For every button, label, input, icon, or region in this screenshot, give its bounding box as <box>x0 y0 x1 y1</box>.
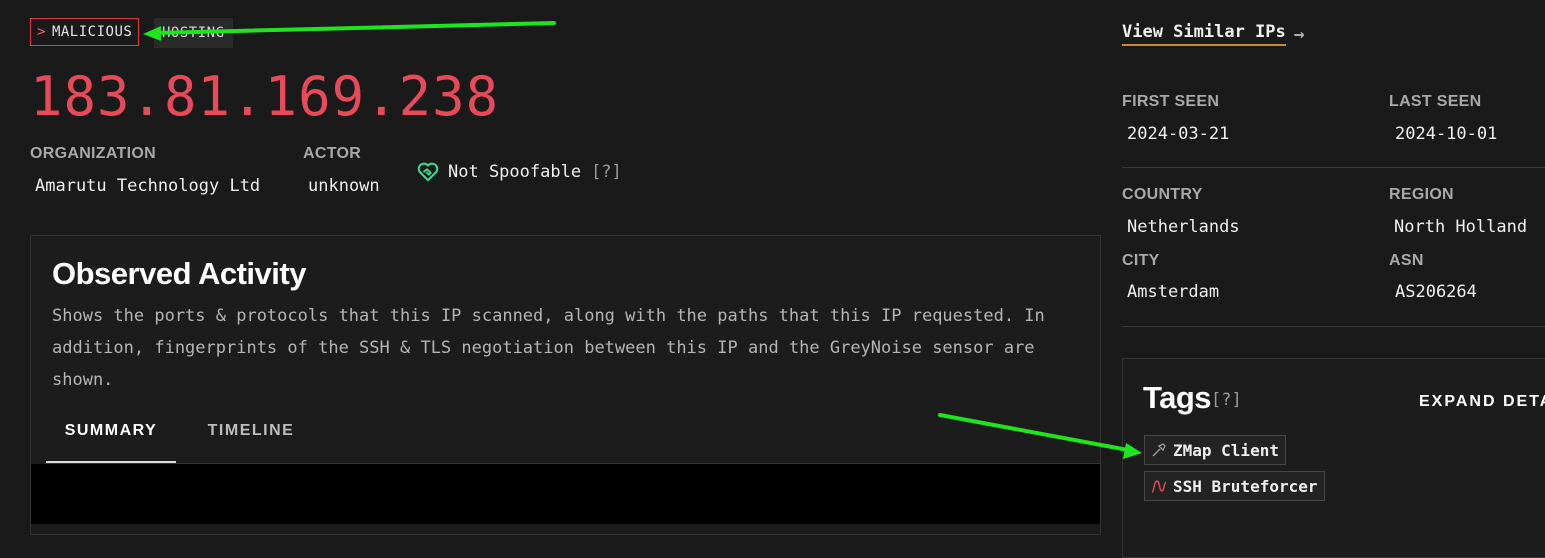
last-seen-label: LAST SEEN <box>1389 93 1482 110</box>
handshake-heart-icon <box>417 162 439 182</box>
tool-icon <box>1152 443 1166 457</box>
actor-value: unknown <box>308 176 380 196</box>
last-seen-value: 2024-10-01 <box>1395 124 1498 144</box>
tag-label: SSH Bruteforcer <box>1173 476 1318 496</box>
tab-summary[interactable]: SUMMARY <box>46 422 176 463</box>
city-value: Amsterdam <box>1127 282 1220 302</box>
first-seen-label: FIRST SEEN <box>1122 93 1220 110</box>
view-similar-ips-link[interactable]: View Similar IPs → <box>1122 22 1305 46</box>
summary-content-area <box>31 464 1100 524</box>
view-similar-ips-label: View Similar IPs <box>1122 22 1286 46</box>
region-label: REGION <box>1389 186 1454 203</box>
first-seen-value: 2024-03-21 <box>1127 124 1230 144</box>
city-label: CITY <box>1122 252 1160 269</box>
category-label: HOSTING <box>162 25 225 41</box>
arrow-right-icon: → <box>1293 23 1305 45</box>
classification-badge: > MALICIOUS <box>30 18 140 46</box>
spoofable-help-button[interactable]: [?] <box>591 162 622 182</box>
tags-title: Tags <box>1143 380 1212 415</box>
tags-help-button[interactable]: [?] <box>1211 390 1242 410</box>
actor-label: ACTOR <box>303 145 362 162</box>
tag-label: ZMap Client <box>1173 440 1279 460</box>
section-divider <box>1122 167 1545 168</box>
organization-label: ORGANIZATION <box>30 145 156 162</box>
ip-address: 183.81.169.238 <box>30 65 500 128</box>
category-badge: HOSTING <box>154 18 233 48</box>
observed-activity-description: Shows the ports & protocols that this IP… <box>52 306 1045 390</box>
tag-chip[interactable]: ZMap Client <box>1144 435 1286 465</box>
country-label: COUNTRY <box>1122 186 1203 203</box>
asn-label: ASN <box>1389 252 1424 269</box>
country-value: Netherlands <box>1127 217 1240 237</box>
organization-value: Amarutu Technology Ltd <box>35 176 261 196</box>
region-value: North Holland <box>1394 217 1528 237</box>
spoofable-text: Not Spoofable <box>448 162 582 182</box>
tag-chip[interactable]: SSH Bruteforcer <box>1144 471 1325 501</box>
expand-details-button[interactable]: EXPAND DETAILS <box>1419 393 1545 411</box>
chevron-right-icon: > <box>37 24 46 40</box>
section-divider <box>1122 326 1545 327</box>
wave-icon <box>1151 480 1167 493</box>
tab-timeline[interactable]: TIMELINE <box>186 422 316 463</box>
observed-activity-title: Observed Activity <box>52 256 306 291</box>
classification-label: MALICIOUS <box>51 24 133 40</box>
asn-value: AS206264 <box>1395 282 1477 302</box>
spoofable-status: Not Spoofable [?] <box>417 162 622 182</box>
